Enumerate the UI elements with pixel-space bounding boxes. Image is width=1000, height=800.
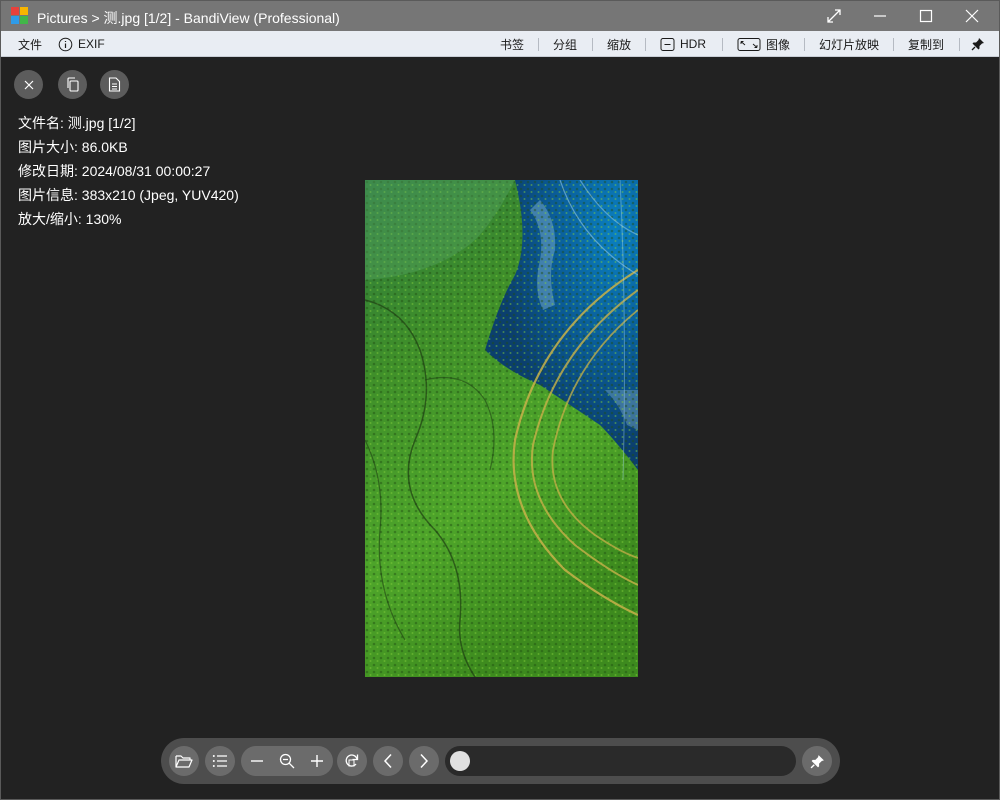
info-modified-date: 修改日期: 2024/08/31 00:00:27 <box>18 163 211 179</box>
file-list-button[interactable] <box>205 746 235 776</box>
close-icon <box>965 9 979 23</box>
menu-exif[interactable]: EXIF <box>58 31 105 57</box>
next-image-button[interactable] <box>409 746 439 776</box>
minimize-icon <box>874 15 886 17</box>
open-folder-button[interactable] <box>169 746 199 776</box>
zoom-out-button[interactable] <box>242 746 272 776</box>
menu-hdr-label: HDR <box>680 37 706 51</box>
image-navigator-slider[interactable] <box>445 746 796 776</box>
menu-copy-to[interactable]: 复制到 <box>908 31 944 57</box>
zoom-fit-icon <box>279 753 295 769</box>
maximize-button[interactable] <box>903 1 949 31</box>
image-icon <box>737 37 761 52</box>
pin-toolbar-button[interactable] <box>802 746 832 776</box>
menu-exif-label: EXIF <box>78 37 105 51</box>
copy-info-button[interactable] <box>58 70 87 99</box>
menu-pin-button[interactable] <box>971 31 985 57</box>
previous-image-button[interactable] <box>373 746 403 776</box>
close-icon <box>24 80 33 89</box>
fullscreen-icon <box>827 9 841 23</box>
menu-bookmark-label: 书签 <box>500 37 525 52</box>
previous-icon <box>383 753 392 769</box>
next-icon <box>420 753 429 769</box>
info-icon <box>58 37 73 52</box>
folder-open-icon <box>175 755 193 768</box>
image-viewer-area[interactable]: 文件名: 测.jpg [1/2] 图片大小: 86.0KB 修改日期: 2024… <box>1 57 999 799</box>
menu-image[interactable]: 图像 <box>737 31 790 57</box>
menu-bookmark[interactable]: 书签 <box>500 31 524 57</box>
hdr-icon <box>660 37 675 52</box>
info-filesize: 图片大小: 86.0KB <box>18 139 128 155</box>
app-logo-icon <box>11 7 29 25</box>
menu-divider <box>804 38 805 51</box>
menu-bar: 文件 EXIF 书签 分组 缩放 HDR 图像 幻灯片放映 复制到 <box>1 31 999 57</box>
zoom-fit-button[interactable] <box>272 746 302 776</box>
menu-zoom[interactable]: 缩放 <box>607 31 631 57</box>
zoom-in-icon <box>311 755 323 767</box>
menu-copy-to-label: 复制到 <box>908 37 945 52</box>
zoom-controls <box>241 746 333 776</box>
menu-file[interactable]: 文件 <box>18 31 42 57</box>
document-icon <box>108 77 121 92</box>
menu-group-label: 分组 <box>553 37 578 52</box>
close-info-button[interactable] <box>14 70 43 99</box>
bottom-toolbar <box>161 738 840 784</box>
pin-icon <box>810 754 824 768</box>
info-zoom-level: 放大/缩小: 130% <box>18 211 122 227</box>
menu-hdr[interactable]: HDR <box>660 31 706 57</box>
menu-file-label: 文件 <box>18 37 43 52</box>
zoom-out-icon <box>251 760 263 762</box>
displayed-image <box>365 180 638 677</box>
copy-icon <box>66 77 79 92</box>
menu-divider <box>893 38 894 51</box>
info-filename: 文件名: 测.jpg [1/2] <box>18 115 136 131</box>
menu-group[interactable]: 分组 <box>553 31 577 57</box>
menu-image-label: 图像 <box>766 37 791 52</box>
menu-zoom-label: 缩放 <box>607 37 632 52</box>
menu-divider <box>538 38 539 51</box>
file-info-panel: 文件名: 测.jpg [1/2] 图片大小: 86.0KB 修改日期: 2024… <box>18 111 239 231</box>
menu-divider <box>959 38 960 51</box>
rotate-icon <box>345 754 359 767</box>
minimize-button[interactable] <box>857 1 903 31</box>
menu-slideshow[interactable]: 幻灯片放映 <box>819 31 879 57</box>
menu-divider <box>645 38 646 51</box>
menu-divider <box>722 38 723 51</box>
window-title: Pictures > 测.jpg [1/2] - BandiView (Prof… <box>37 10 340 26</box>
file-properties-button[interactable] <box>100 70 129 99</box>
bandiview-window: Pictures > 测.jpg [1/2] - BandiView (Prof… <box>0 0 1000 800</box>
zoom-in-button[interactable] <box>302 746 332 776</box>
slider-thumb[interactable] <box>450 751 470 771</box>
list-icon <box>212 755 227 767</box>
pin-icon <box>971 37 985 51</box>
info-image-details: 图片信息: 383x210 (Jpeg, YUV420) <box>18 187 239 203</box>
fullscreen-button[interactable] <box>811 1 857 31</box>
title-bar[interactable]: Pictures > 测.jpg [1/2] - BandiView (Prof… <box>1 1 999 31</box>
menu-slideshow-label: 幻灯片放映 <box>819 37 880 52</box>
menu-divider <box>592 38 593 51</box>
close-window-button[interactable] <box>949 1 995 31</box>
maximize-icon <box>919 9 933 23</box>
rotate-button[interactable] <box>337 746 367 776</box>
